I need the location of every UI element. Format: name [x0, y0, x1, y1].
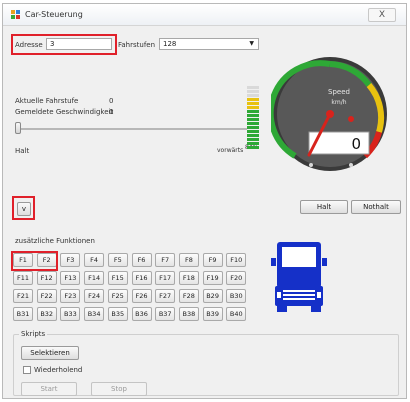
- speed-steps-value: 128: [163, 40, 177, 48]
- function-button[interactable]: F5: [107, 253, 128, 267]
- level-segment: [247, 98, 259, 101]
- close-button[interactable]: X: [368, 8, 396, 22]
- speed-slider-thumb[interactable]: [15, 122, 21, 134]
- level-segment: [247, 86, 259, 89]
- level-segment: [247, 130, 259, 133]
- function-button[interactable]: F25: [107, 289, 128, 303]
- level-segment: [247, 138, 259, 141]
- function-button[interactable]: F21: [13, 289, 33, 303]
- current-step-value: 0: [109, 97, 114, 105]
- reported-speed-value: 0: [109, 108, 114, 116]
- function-button[interactable]: B30: [226, 289, 247, 303]
- title-bar: Car-Steuerung X: [3, 4, 406, 26]
- function-button[interactable]: F28: [178, 289, 199, 303]
- function-button[interactable]: F11: [13, 271, 33, 285]
- level-segment: [247, 114, 259, 117]
- function-button[interactable]: F10: [226, 253, 247, 267]
- emergency-stop-button[interactable]: Nothalt: [351, 200, 401, 214]
- level-segment: [247, 146, 259, 149]
- function-button[interactable]: F22: [36, 289, 57, 303]
- address-highlight: [11, 34, 117, 55]
- reported-speed-label: Gemeldete Geschwindigkeit: [15, 108, 114, 116]
- start-script-button[interactable]: Start: [21, 382, 77, 396]
- function-button[interactable]: F4: [84, 253, 105, 267]
- speed-steps-select[interactable]: 128 ▼: [159, 38, 259, 50]
- function-button[interactable]: B37: [155, 307, 176, 321]
- function-button[interactable]: B33: [60, 307, 81, 321]
- scripts-title: Skripts: [19, 330, 48, 338]
- function-button[interactable]: F6: [131, 253, 152, 267]
- level-segment: [247, 122, 259, 125]
- function-button[interactable]: B38: [178, 307, 199, 321]
- function-button[interactable]: F18: [178, 271, 199, 285]
- gauge-digital-value: 0: [351, 135, 361, 153]
- level-segment: [247, 90, 259, 93]
- gauge-title: Speed: [328, 88, 350, 96]
- select-script-button[interactable]: Selektieren: [21, 346, 79, 360]
- function-button[interactable]: F14: [84, 271, 105, 285]
- truck-front-icon: [271, 240, 327, 312]
- function-button[interactable]: B29: [202, 289, 223, 303]
- repeat-label: Wiederholend: [34, 366, 83, 374]
- function-button[interactable]: F8: [178, 253, 199, 267]
- function-button[interactable]: B32: [36, 307, 57, 321]
- level-segment: [247, 126, 259, 129]
- current-step-label: Aktuelle Fahrstufe: [15, 97, 79, 105]
- function-button[interactable]: F19: [202, 271, 223, 285]
- function-button[interactable]: B40: [226, 307, 247, 321]
- function-button[interactable]: F20: [226, 271, 247, 285]
- stop-script-button[interactable]: Stop: [91, 382, 147, 396]
- direction-label: vorwärts: [217, 147, 244, 154]
- halt-button[interactable]: Halt: [300, 200, 348, 214]
- function-button[interactable]: B34: [84, 307, 105, 321]
- functions-title: zusätzliche Funktionen: [15, 237, 95, 245]
- level-meter: [247, 86, 259, 150]
- level-segment: [247, 118, 259, 121]
- function-button[interactable]: B36: [131, 307, 152, 321]
- level-segment: [247, 102, 259, 105]
- level-segment: [247, 142, 259, 145]
- level-segment: [247, 134, 259, 137]
- car-control-window: Car-Steuerung X Adresse 3 Fahrstufen 128…: [2, 3, 407, 399]
- halt-text: Halt: [15, 147, 30, 155]
- function-button[interactable]: F15: [107, 271, 128, 285]
- function-button[interactable]: F17: [155, 271, 176, 285]
- direction-toggle-highlight: [12, 196, 35, 220]
- level-segment: [247, 94, 259, 97]
- function-button[interactable]: F26: [131, 289, 152, 303]
- function-button[interactable]: B35: [107, 307, 128, 321]
- function-button[interactable]: F27: [155, 289, 176, 303]
- function-button[interactable]: F24: [84, 289, 105, 303]
- function-button[interactable]: F12: [36, 271, 57, 285]
- function-button[interactable]: B39: [202, 307, 223, 321]
- chevron-down-icon: ▼: [249, 40, 254, 47]
- function-button[interactable]: F7: [155, 253, 176, 267]
- app-grid-icon: [11, 10, 21, 20]
- gauge-unit: km/h: [331, 99, 346, 106]
- function-button[interactable]: B31: [13, 307, 33, 321]
- window-title: Car-Steuerung: [25, 10, 83, 19]
- function-button[interactable]: F23: [60, 289, 81, 303]
- repeat-checkbox[interactable]: [23, 366, 31, 374]
- level-segment: [247, 110, 259, 113]
- function-button[interactable]: F13: [60, 271, 81, 285]
- speed-slider-track[interactable]: [17, 128, 247, 130]
- level-segment: [247, 106, 259, 109]
- functions-highlight: [11, 251, 58, 271]
- speedometer-gauge: Speed km/h 0: [267, 52, 389, 176]
- function-button[interactable]: F16: [131, 271, 152, 285]
- function-button[interactable]: F9: [202, 253, 223, 267]
- speed-steps-label: Fahrstufen: [118, 41, 156, 49]
- function-button[interactable]: F3: [60, 253, 81, 267]
